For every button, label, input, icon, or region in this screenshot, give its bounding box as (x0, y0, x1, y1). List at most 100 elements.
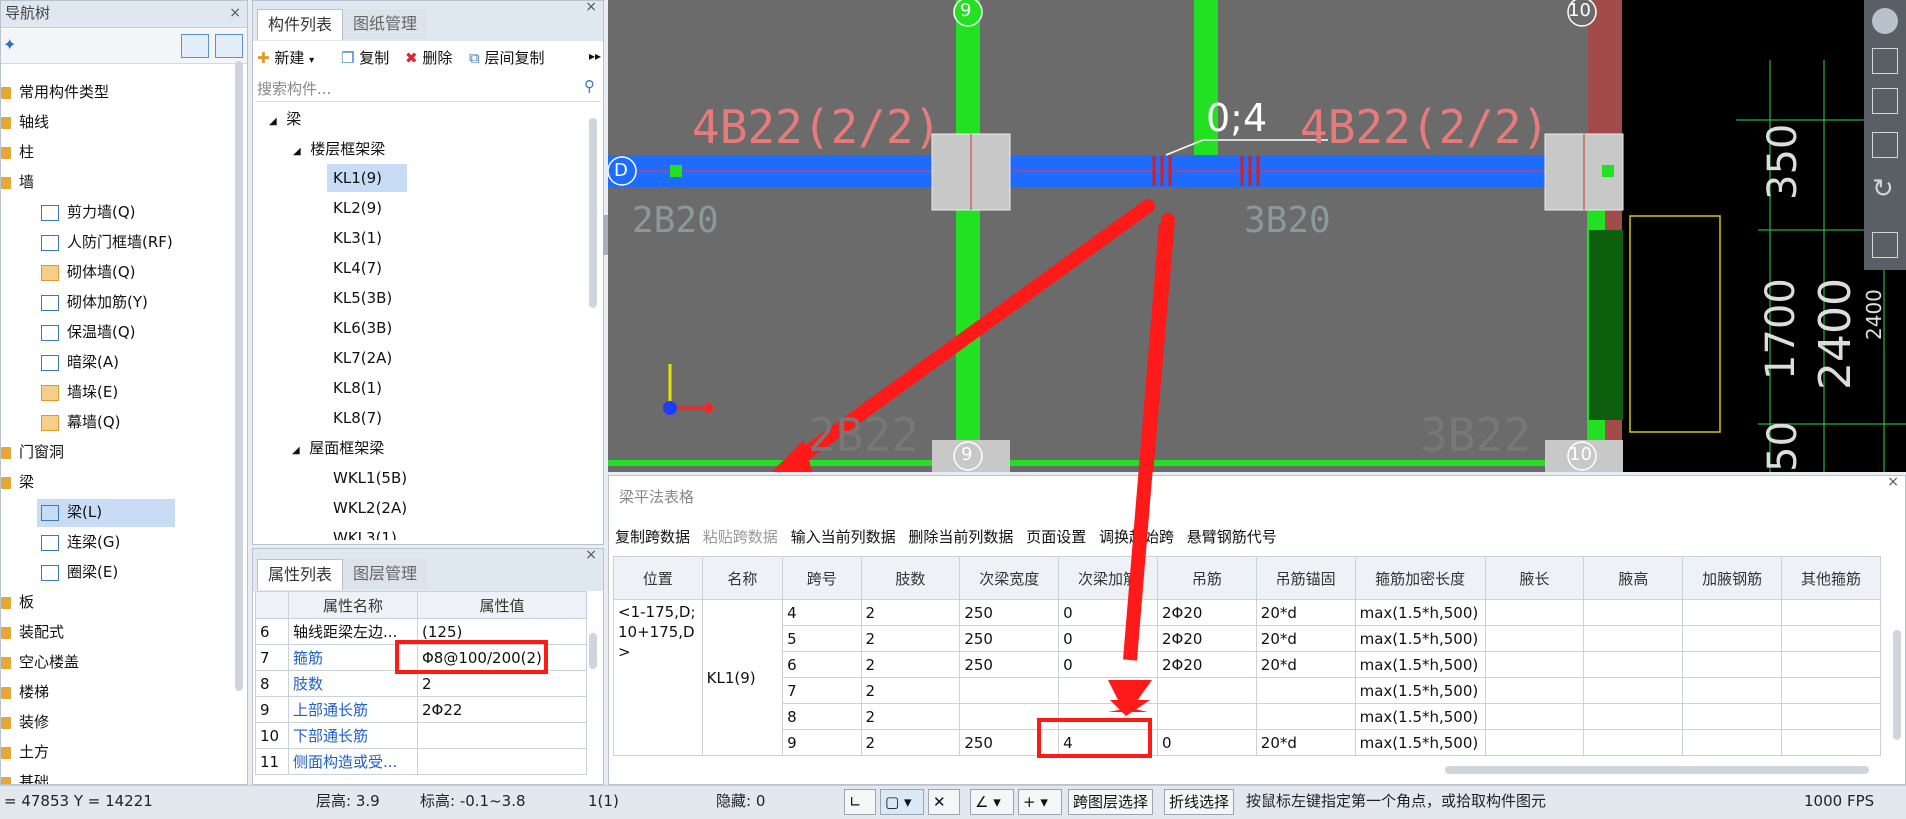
nav-item-hollow-floor[interactable]: 空心楼盖 (1, 647, 79, 677)
folder-icon (1, 146, 11, 159)
canvas-splitter[interactable] (603, 215, 608, 255)
close-icon[interactable]: × (585, 1, 597, 15)
angle-snap-icon[interactable]: ∠ ▾ (970, 789, 1014, 815)
component-item[interactable]: KL8(7) (333, 404, 382, 432)
nav-item-curtain-wall[interactable]: 幕墙(Q) (41, 407, 121, 437)
horizontal-scrollbar[interactable] (1445, 766, 1869, 774)
table-row[interactable]: 9 上部通长筋 2Φ22 (255, 696, 587, 723)
nav-item-axis[interactable]: 轴线 (1, 107, 49, 137)
paste-span-data-button[interactable]: 粘贴跨数据 (703, 528, 778, 546)
copy-button[interactable]: ❐ 复制 (341, 43, 389, 73)
component-item[interactable]: WKL1(5B) (333, 464, 407, 492)
search-icon[interactable]: ⚲ (584, 77, 595, 95)
beam-name-cell[interactable]: KL1(9) (701, 599, 784, 756)
tab-layer-management[interactable]: 图层管理 (343, 559, 428, 589)
search-input[interactable]: 搜索构件... (257, 78, 331, 99)
tab-drawing-management[interactable]: 图纸管理 (343, 9, 428, 39)
pin-icon[interactable]: ✦ (3, 35, 16, 54)
component-item[interactable]: WKL2(2A) (333, 494, 407, 522)
search-box[interactable]: 搜索构件... ⚲ (255, 75, 601, 102)
table-row[interactable]: 8 2 max(1.5*h,500) (614, 703, 1881, 730)
nav-item-slab[interactable]: 板 (1, 587, 34, 617)
nav-item-ring-beam[interactable]: 圈梁(E) (41, 557, 118, 587)
tab-component-list[interactable]: 构件列表 (257, 9, 344, 40)
nav-item-finish[interactable]: 装修 (1, 707, 49, 737)
render-sphere-icon[interactable] (1872, 8, 1898, 34)
swap-start-span-button[interactable]: 调换起始跨 (1099, 528, 1174, 546)
nav-item-insulation-wall[interactable]: 保温墙(Q) (41, 317, 136, 347)
floor-copy-button[interactable]: ⧉ 层间复制 (469, 43, 545, 73)
tree-root-beam[interactable]: ◢ 梁 (269, 105, 301, 136)
nav-item-prefab[interactable]: 装配式 (1, 617, 64, 647)
table-row[interactable]: 8 肢数 2 (255, 670, 587, 697)
nav-item-wall[interactable]: 墙 (1, 167, 34, 197)
offset-snap-icon[interactable]: + ▾ (1018, 789, 1062, 815)
position-cell[interactable]: <1-175,D;10+175,D> (613, 599, 703, 756)
component-scrollbar[interactable] (589, 118, 597, 308)
polyline-select-button[interactable]: 折线选择 (1164, 789, 1235, 815)
more-icon[interactable]: ▸▸ (589, 49, 601, 63)
top-view-icon[interactable] (1872, 88, 1898, 114)
property-scrollbar[interactable] (589, 633, 597, 669)
3d-view-icon[interactable] (1872, 48, 1898, 74)
component-item[interactable]: KL6(3B) (333, 314, 392, 342)
close-icon[interactable]: × (229, 1, 241, 25)
component-item[interactable]: KL3(1) (333, 224, 382, 252)
component-item[interactable]: WKL3(1) (333, 524, 397, 540)
snap-toggle-icon[interactable]: ▢ ▾ (880, 789, 924, 815)
table-row[interactable]: <1-175,D;10+175,D> KL1(9) 4 2 250 0 2Φ20… (613, 599, 1881, 756)
box-view-icon[interactable] (1872, 132, 1898, 158)
layers-icon[interactable] (1872, 232, 1898, 258)
table-row[interactable]: 5 2 250 0 2Φ20 20*d max(1.5*h,500) (614, 625, 1881, 652)
component-item[interactable]: KL4(7) (333, 254, 382, 282)
component-item[interactable]: KL7(2A) (333, 344, 392, 372)
page-settings-button[interactable]: 页面设置 (1026, 528, 1086, 546)
nav-item-beam[interactable]: 梁(L) (41, 497, 102, 527)
nav-item-common-types[interactable]: 常用构件类型 (1, 77, 109, 107)
tree-group-roof-frame-beam[interactable]: ◢ 屋面框架梁 (292, 434, 384, 465)
table-row[interactable]: 11 侧面构造或受... (255, 748, 587, 775)
cad-canvas[interactable]: 9 10 9 10 D 4B22(2/2) 4B22(2/2) 0;4 2B20… (608, 0, 1906, 472)
cantilever-code-button[interactable]: 悬臂钢筋代号 (1187, 528, 1277, 546)
nav-scrollbar[interactable] (235, 61, 243, 691)
nav-item-beam-group[interactable]: 梁 (1, 467, 34, 497)
component-item[interactable]: KL2(9) (333, 194, 382, 222)
nav-item-masonry-wall[interactable]: 砌体墙(Q) (41, 257, 136, 287)
table-row[interactable]: 7 2 max(1.5*h,500) (614, 677, 1881, 704)
delete-column-button[interactable]: 删除当前列数据 (908, 528, 1013, 546)
close-icon[interactable]: × (585, 549, 597, 563)
ortho-toggle-icon[interactable]: ∟ (844, 789, 876, 815)
new-button[interactable]: ✚ 新建 ▾ (257, 43, 314, 73)
component-item[interactable]: KL8(1) (333, 374, 382, 402)
rotate-icon[interactable]: ↻ (1872, 176, 1894, 202)
delete-button[interactable]: ✖ 删除 (405, 43, 452, 73)
command-hint: 按鼠标左键指定第一个角点，或拾取构件图元 (1246, 792, 1547, 810)
nav-item-shear-wall[interactable]: 剪力墙(Q) (41, 197, 136, 227)
table-row[interactable]: 9 2 250 4 0 20*d max(1.5*h,500) (614, 729, 1881, 756)
list-view-icon[interactable] (181, 34, 209, 58)
copy-span-data-button[interactable]: 复制跨数据 (615, 528, 690, 546)
nav-item-wall-pier[interactable]: 墙垛(E) (41, 377, 118, 407)
nav-item-link-beam[interactable]: 连梁(G) (41, 527, 120, 557)
nav-item-column[interactable]: 柱 (1, 137, 34, 167)
detail-view-icon[interactable] (215, 34, 243, 58)
close-icon[interactable]: × (1887, 476, 1899, 490)
table-row[interactable]: 6 2 250 0 2Φ20 20*d max(1.5*h,500) (614, 651, 1881, 678)
input-column-button[interactable]: 输入当前列数据 (791, 528, 896, 546)
component-item[interactable]: KL1(9) (333, 164, 382, 192)
cross-snap-icon[interactable]: ✕ (928, 789, 960, 815)
nav-item-hidden-beam[interactable]: 暗梁(A) (41, 347, 119, 377)
nav-item-foundation[interactable]: 基础 (1, 767, 49, 784)
cross-layer-select-button[interactable]: 跨图层选择 (1068, 789, 1154, 815)
tab-property-list[interactable]: 属性列表 (257, 559, 344, 590)
masonry-rebar-icon (41, 294, 59, 311)
nav-item-openings[interactable]: 门窗洞 (1, 437, 64, 467)
vertical-scrollbar[interactable] (1893, 630, 1901, 740)
nav-item-earthwork[interactable]: 土方 (1, 737, 49, 767)
table-row[interactable]: 10 下部通长筋 (255, 722, 587, 749)
nav-item-civil-defense-wall[interactable]: 人防门框墙(RF) (41, 227, 173, 257)
nav-item-masonry-rebar[interactable]: 砌体加筋(Y) (41, 287, 148, 317)
component-item[interactable]: KL5(3B) (333, 284, 392, 312)
nav-item-stairs[interactable]: 楼梯 (1, 677, 49, 707)
tree-group-floor-frame-beam[interactable]: ◢ 楼层框架梁 (293, 135, 385, 166)
